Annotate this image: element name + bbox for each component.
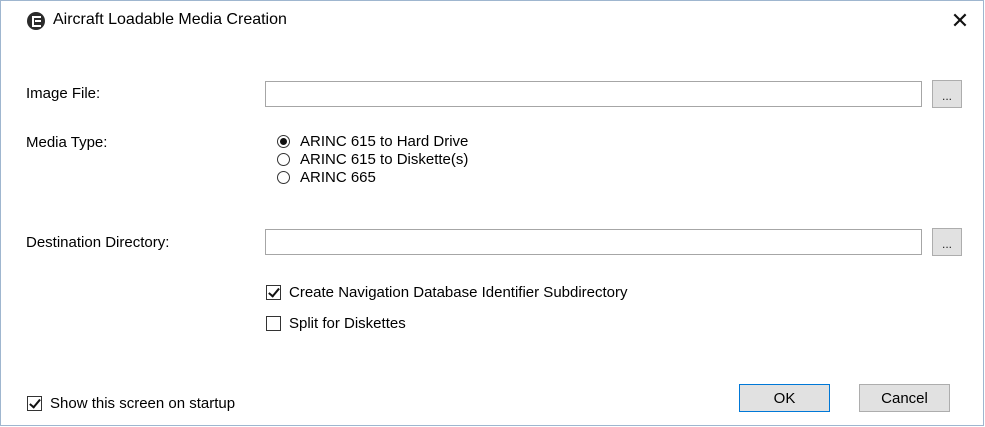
window-title: Aircraft Loadable Media Creation [53, 11, 287, 28]
ok-button[interactable]: OK [739, 384, 830, 412]
destination-directory-label: Destination Directory: [26, 234, 170, 251]
radio-arinc615-diskettes[interactable]: ARINC 615 to Diskette(s) [277, 151, 468, 168]
radio-button-selected[interactable] [277, 135, 290, 148]
show-on-startup-option[interactable]: Show this screen on startup [27, 395, 235, 412]
create-nav-db-subdir-option[interactable]: Create Navigation Database Identifier Su… [266, 284, 628, 301]
radio-arinc665[interactable]: ARINC 665 [277, 169, 376, 186]
close-button[interactable]: ✕ [937, 1, 983, 41]
image-file-label: Image File: [26, 85, 101, 102]
radio-label: ARINC 665 [300, 169, 376, 186]
app-logo-icon [27, 12, 45, 30]
radio-label: ARINC 615 to Hard Drive [300, 133, 469, 150]
destination-browse-button[interactable]: ... [932, 228, 962, 256]
checkbox-label: Show this screen on startup [50, 395, 236, 412]
cancel-button[interactable]: Cancel [859, 384, 950, 412]
media-type-label: Media Type: [26, 134, 108, 151]
title-bar: Aircraft Loadable Media Creation ✕ [1, 1, 983, 41]
radio-button[interactable] [277, 153, 290, 166]
checkbox[interactable] [266, 316, 281, 331]
radio-label: ARINC 615 to Diskette(s) [300, 151, 469, 168]
split-for-diskettes-option[interactable]: Split for Diskettes [266, 315, 406, 332]
checkbox-checked[interactable] [27, 396, 42, 411]
radio-arinc615-hard-drive[interactable]: ARINC 615 to Hard Drive [277, 133, 468, 150]
checkbox-checked[interactable] [266, 285, 281, 300]
checkbox-label: Create Navigation Database Identifier Su… [289, 284, 628, 301]
destination-directory-input[interactable] [265, 229, 922, 255]
dialog-window: Aircraft Loadable Media Creation ✕ Image… [0, 0, 984, 426]
image-file-input[interactable] [265, 81, 922, 107]
image-file-browse-button[interactable]: ... [932, 80, 962, 108]
radio-button[interactable] [277, 171, 290, 184]
checkbox-label: Split for Diskettes [289, 315, 406, 332]
